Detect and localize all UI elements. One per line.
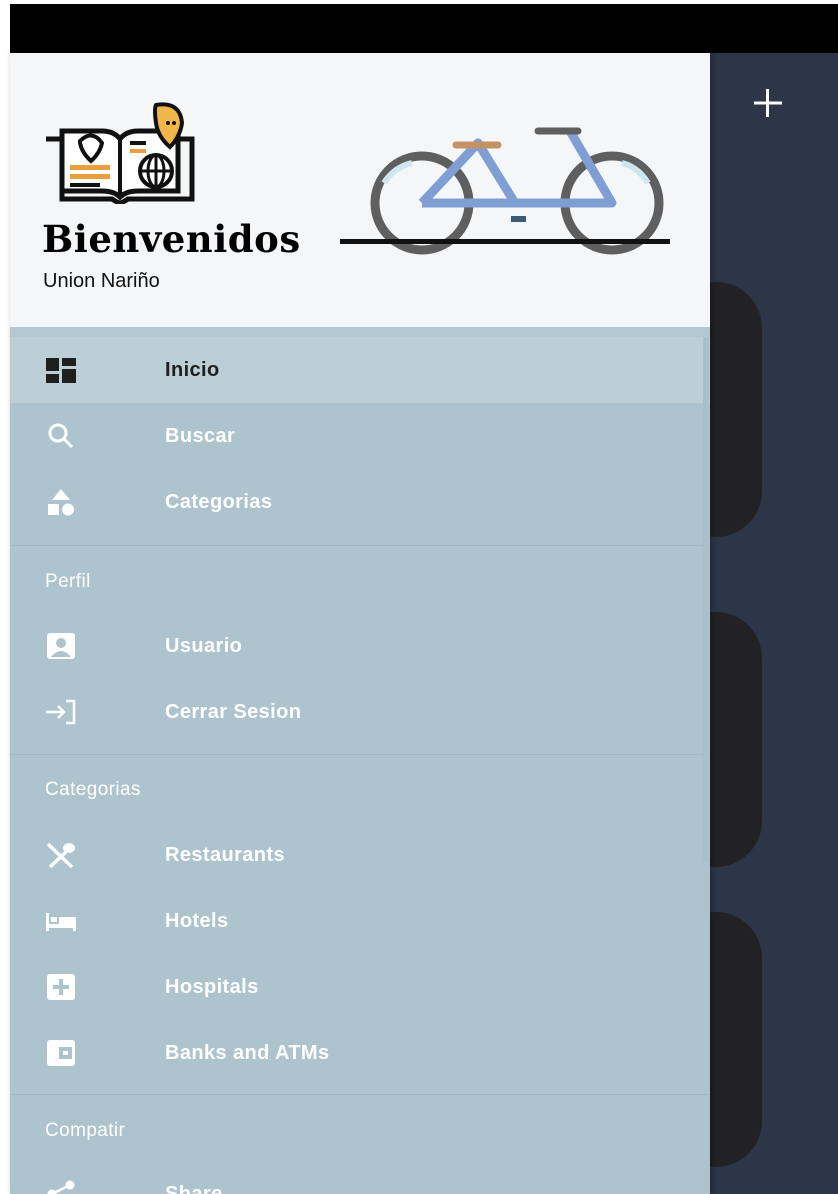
menu-item-label: Restaurants xyxy=(165,844,285,866)
menu-item-label: Buscar xyxy=(165,425,236,447)
category-shapes-icon xyxy=(48,489,74,516)
menu-item-categorias[interactable]: Categorias xyxy=(10,469,710,535)
welcome-title: Bienvenidos xyxy=(42,217,301,261)
account-box-icon xyxy=(47,633,75,659)
menu-item-label: Cerrar Sesion xyxy=(165,701,302,723)
plus-icon xyxy=(754,89,782,117)
menu-item-label: Categorias xyxy=(165,491,273,513)
travel-book-logo-icon xyxy=(46,102,195,204)
menu-item-label: Hotels xyxy=(165,910,229,932)
search-icon xyxy=(48,423,74,449)
navigation-drawer: Bienvenidos Union Nariño Inicio Buscar C… xyxy=(10,53,710,1194)
background-card[interactable] xyxy=(710,612,762,867)
login-icon xyxy=(46,699,76,725)
section-divider xyxy=(10,545,710,546)
background-card[interactable] xyxy=(710,282,762,537)
share-icon xyxy=(47,1180,75,1194)
organization-subtitle: Union Nariño xyxy=(43,270,160,292)
dashboard-icon xyxy=(46,358,76,383)
section-divider xyxy=(10,1094,710,1095)
hotel-bed-icon xyxy=(46,913,76,931)
menu-item-label: Usuario xyxy=(165,635,243,657)
menu-item-restaurants[interactable]: Restaurants xyxy=(10,822,710,888)
header-divider xyxy=(10,327,710,337)
add-button[interactable] xyxy=(748,83,788,123)
menu-item-label: Banks and ATMs xyxy=(165,1042,330,1064)
menu-item-usuario[interactable]: Usuario xyxy=(10,613,710,679)
menu-item-banks-and-atms[interactable]: Banks and ATMs xyxy=(10,1020,710,1086)
section-divider xyxy=(10,754,710,755)
section-title-perfil: Perfil xyxy=(45,571,91,592)
menu-item-buscar[interactable]: Buscar xyxy=(10,403,710,469)
section-title-compatir: Compatir xyxy=(45,1120,126,1141)
status-bar xyxy=(10,4,838,53)
menu-item-label: Hospitals xyxy=(165,976,259,998)
menu-item-hotels[interactable]: Hotels xyxy=(10,888,710,954)
app-background xyxy=(710,53,838,1194)
ground-line xyxy=(340,239,670,244)
menu-item-label: Inicio xyxy=(165,359,220,381)
section-title-categorias: Categorias xyxy=(45,779,141,800)
menu-item-inicio[interactable]: Inicio xyxy=(10,337,710,403)
menu-item-label: Share xyxy=(165,1183,223,1194)
menu-item-hospitals[interactable]: Hospitals xyxy=(10,954,710,1020)
menu-item-share[interactable]: Share xyxy=(10,1161,710,1194)
hospital-icon xyxy=(47,974,75,1000)
bicycle-illustration xyxy=(370,127,664,255)
scrollbar[interactable] xyxy=(703,337,709,862)
wallet-icon xyxy=(47,1040,75,1066)
menu-item-cerrar-sesion[interactable]: Cerrar Sesion xyxy=(10,679,710,745)
drawer-header: Bienvenidos Union Nariño xyxy=(10,53,710,327)
restaurant-icon xyxy=(46,842,75,869)
background-card[interactable] xyxy=(710,912,762,1167)
